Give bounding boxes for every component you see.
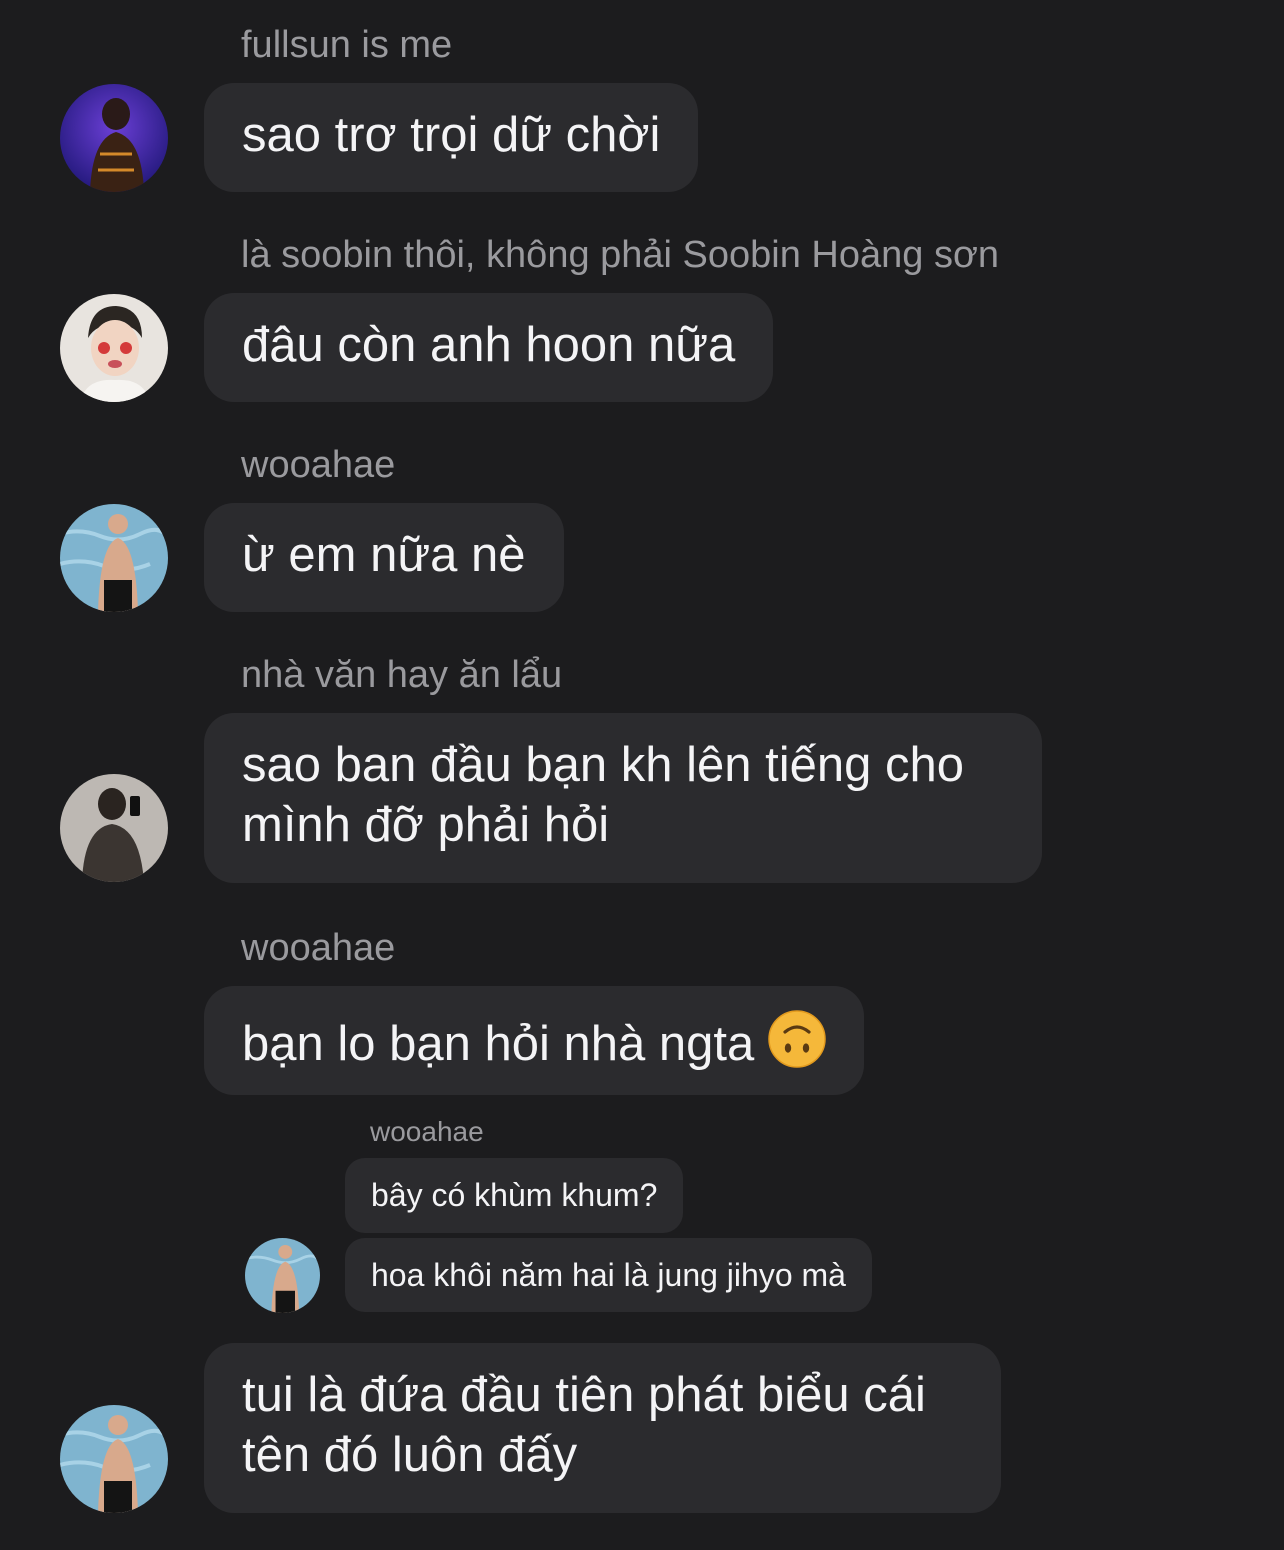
pool-swimmer-avatar[interactable] <box>60 504 168 612</box>
message-text-line: tên đó luôn đấy <box>242 1428 578 1482</box>
message-bubble[interactable]: bây có khùm khum? <box>345 1158 684 1233</box>
message-bubble[interactable]: ừ em nữa nè <box>204 503 564 612</box>
sender-name: nhà văn hay ăn lẩu <box>241 654 563 696</box>
message-bubble[interactable]: đâu còn anh hoon nữa <box>204 293 774 402</box>
message-text: bây có khùm khum? <box>371 1177 658 1213</box>
message-text: bạn lo bạn hỏi nhà ngta <box>242 1017 755 1071</box>
message-bubble[interactable]: tui là đứa đầu tiên phát biểu cái tên đó… <box>204 1343 1001 1513</box>
concert-performer-avatar[interactable] <box>60 84 168 192</box>
sender-name: là soobin thôi, không phải Soobin Hoàng … <box>241 234 1000 276</box>
sender-name: wooahae <box>241 927 396 969</box>
pool-swimmer-avatar[interactable] <box>60 1405 168 1513</box>
face-paint-avatar[interactable] <box>60 294 168 402</box>
phone-selfie-avatar[interactable] <box>60 774 168 882</box>
sender-name: wooahae <box>241 444 396 486</box>
message-text: đâu còn anh hoon nữa <box>242 318 736 372</box>
sender-name: wooahae <box>370 1116 484 1147</box>
message-text: hoa khôi năm hai là jung jihyo mà <box>371 1257 846 1293</box>
upside-down-face-icon <box>768 1010 826 1082</box>
message-bubble[interactable]: hoa khôi năm hai là jung jihyo mà <box>345 1238 872 1312</box>
message-text: ừ em nữa nè <box>242 528 526 582</box>
message-text-line: mình đỡ phải hỏi <box>242 798 610 852</box>
pool-swimmer-avatar[interactable] <box>245 1238 320 1313</box>
message-bubble[interactable]: sao trơ trọi dữ chời <box>204 83 699 192</box>
message-text-line: tui là đứa đầu tiên phát biểu cái <box>242 1368 926 1422</box>
message-text: sao trơ trọi dữ chời <box>242 108 661 162</box>
sender-name: fullsun is me <box>241 24 453 66</box>
message-bubble[interactable]: bạn lo bạn hỏi nhà ngta <box>204 986 865 1095</box>
message-text-line: sao ban đầu bạn kh lên tiếng cho <box>242 738 964 792</box>
message-bubble[interactable]: sao ban đầu bạn kh lên tiếng cho mình đỡ… <box>204 713 1042 883</box>
